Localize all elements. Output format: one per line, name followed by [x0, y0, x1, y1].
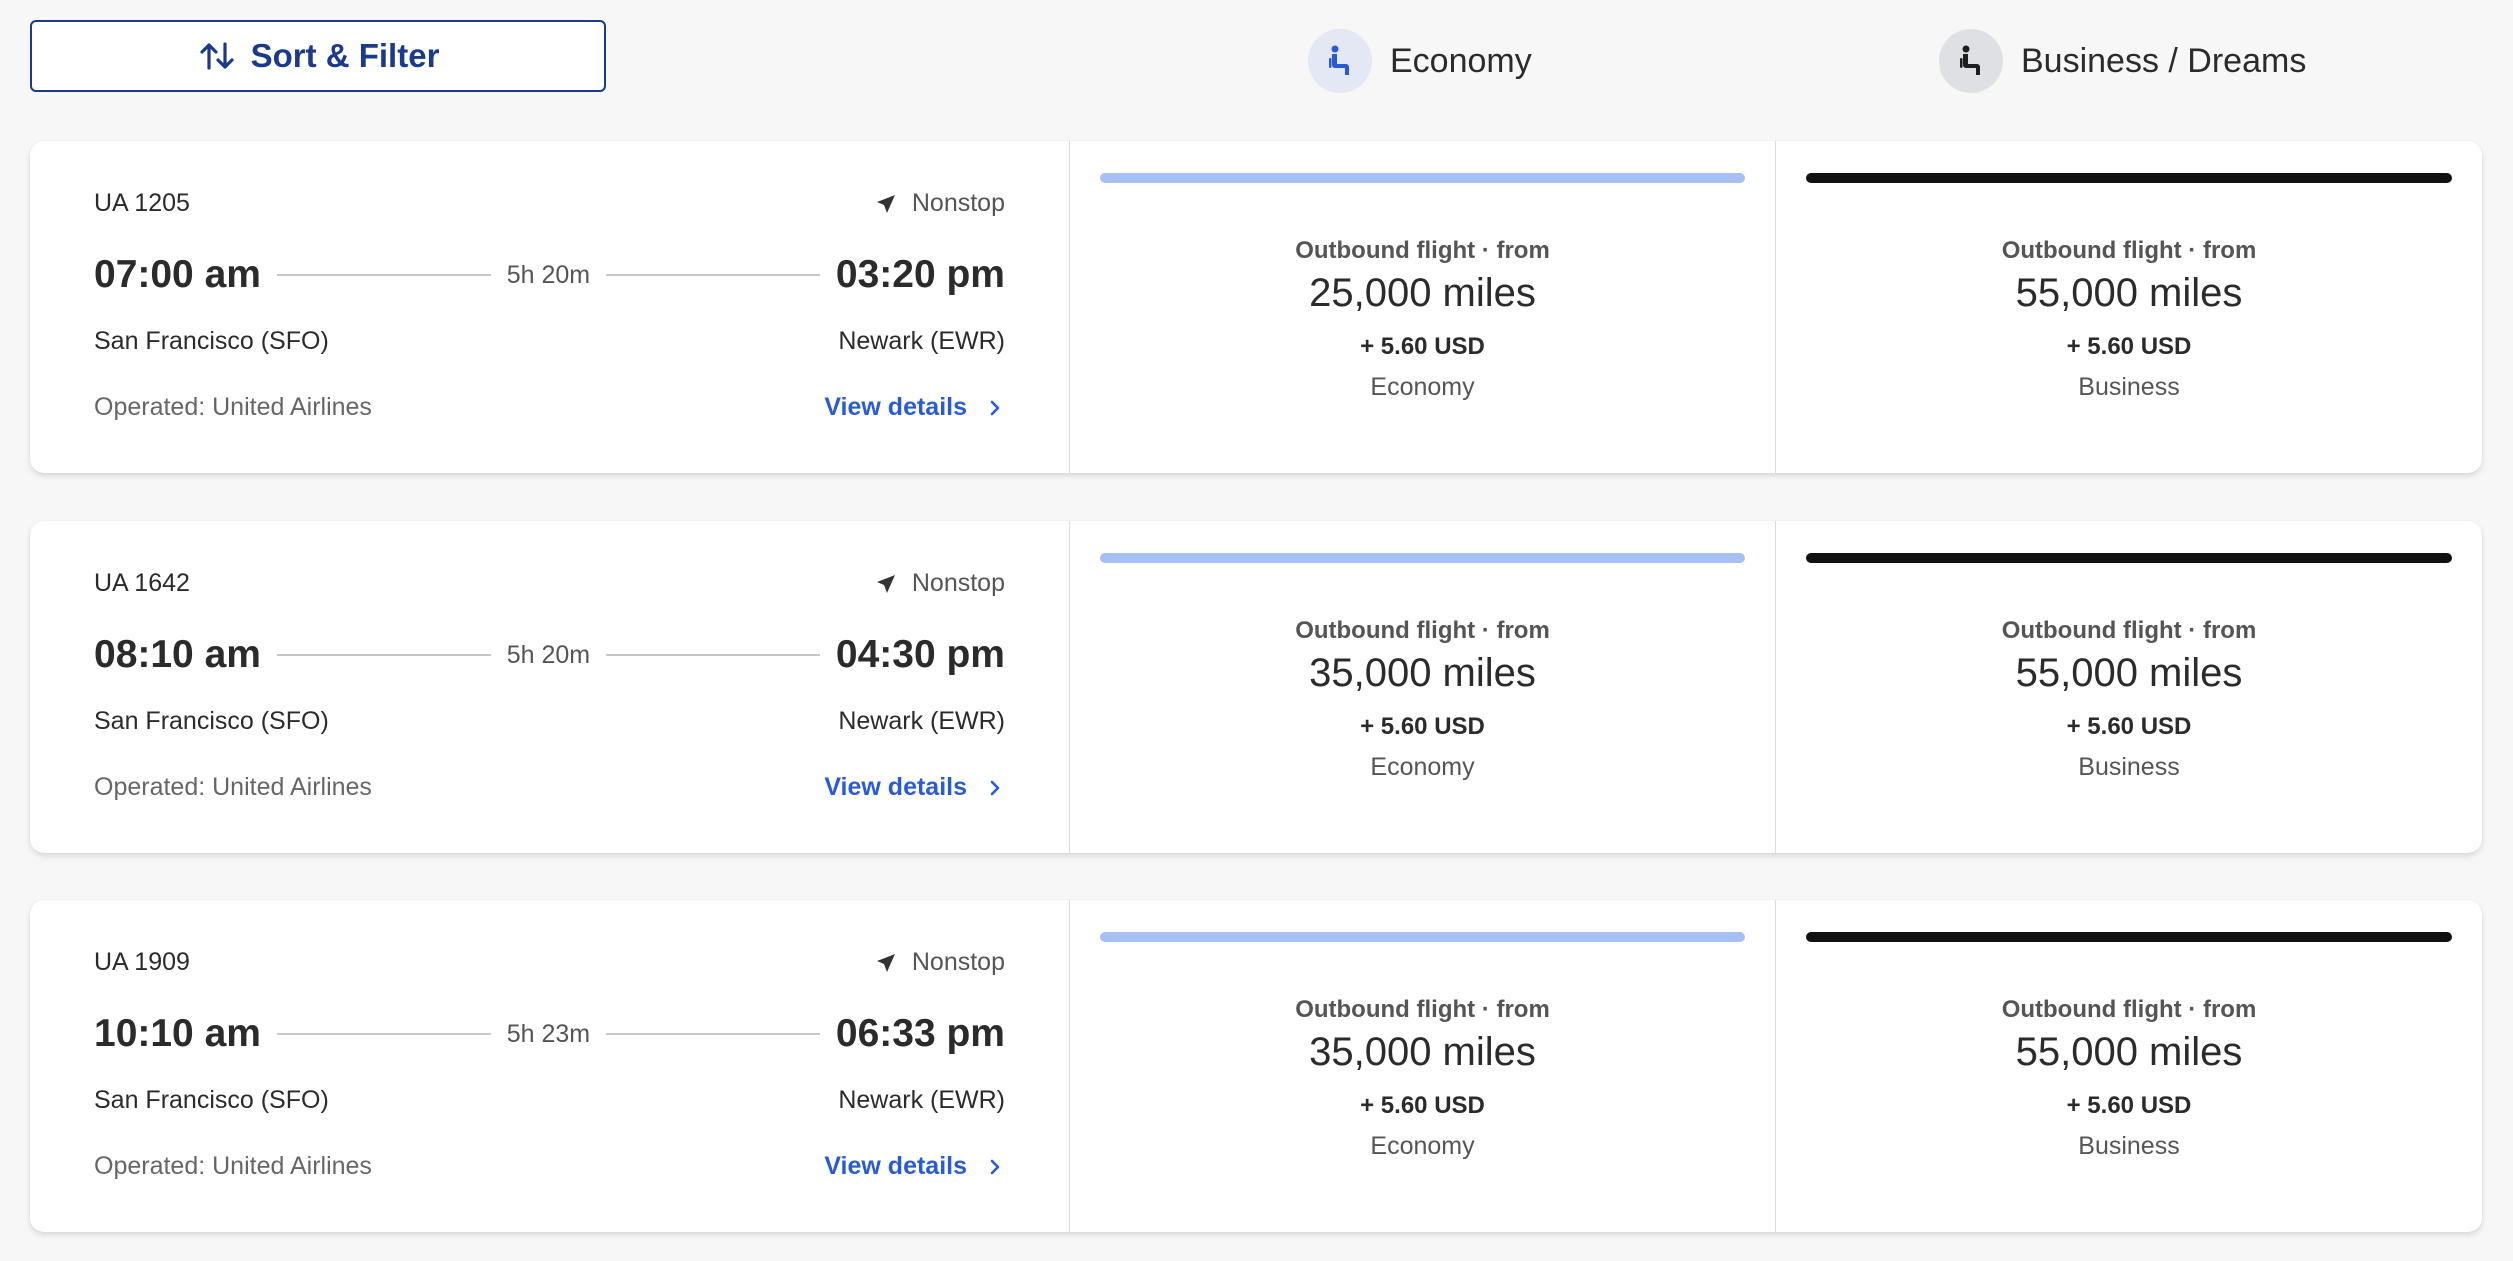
cabin-header-label: Economy [1390, 41, 1532, 80]
cabin-header-business: Business / Dreams [1939, 28, 2306, 94]
seat-icon [1308, 29, 1372, 93]
chevron-right-icon [990, 400, 1000, 415]
airplane-icon [876, 953, 895, 972]
chevron-right-icon [990, 780, 1000, 795]
flight-duration: 5h 20m [506, 640, 591, 669]
timeline-line [276, 654, 491, 656]
fare-taxes: + 5.60 USD [1360, 333, 1485, 360]
flight-info: UA 1205 Nonstop 07:00 am 5h 20m 03:20 pm… [30, 141, 1070, 473]
cabin-color-bar [1806, 173, 2452, 183]
flight-timeline: 10:10 am 5h 23m 06:33 pm [94, 1008, 1005, 1060]
sort-arrows-icon [199, 42, 234, 70]
flight-info: UA 1909 Nonstop 10:10 am 5h 23m 06:33 pm… [30, 900, 1070, 1232]
cabin-color-bar [1100, 932, 1745, 942]
sort-filter-label: Sort & Filter [250, 37, 440, 74]
fare-cabin: Business [2078, 373, 2180, 401]
flight-card: UA 1642 Nonstop 08:10 am 5h 20m 04:30 pm… [30, 521, 2482, 853]
flight-number: UA 1642 [94, 569, 190, 597]
flight-duration: 5h 23m [506, 1019, 591, 1048]
cabin-color-bar [1806, 553, 2452, 563]
chevron-right-icon [990, 1159, 1000, 1174]
cabin-header-economy: Economy [1308, 28, 1532, 94]
economy-fare-option[interactable]: Outbound flight · from 35,000 miles + 5.… [1070, 521, 1776, 853]
fare-cabin: Business [2078, 1132, 2180, 1160]
departure-time: 07:00 am [94, 253, 261, 296]
flight-duration: 5h 20m [506, 260, 591, 289]
fare-label: Outbound flight · from [2001, 996, 2257, 1023]
fare-taxes: + 5.60 USD [1360, 1092, 1485, 1119]
timeline-line [276, 1033, 491, 1035]
flight-number: UA 1205 [94, 189, 190, 217]
stops-indicator: Nonstop [874, 189, 1005, 218]
operated-by: Operated: United Airlines [94, 773, 372, 801]
fare-cabin: Economy [1370, 1132, 1475, 1160]
seat-icon [1939, 29, 2003, 93]
flight-timeline: 08:10 am 5h 20m 04:30 pm [94, 629, 1005, 681]
fare-taxes: + 5.60 USD [1360, 713, 1485, 740]
destination-airport: Newark (EWR) [838, 327, 1005, 355]
arrival-time: 06:33 pm [835, 1012, 1005, 1055]
fare-label: Outbound flight · from [2001, 237, 2257, 264]
flight-info: UA 1642 Nonstop 08:10 am 5h 20m 04:30 pm… [30, 521, 1070, 853]
fare-cabin: Economy [1370, 373, 1475, 401]
business-fare-option[interactable]: Outbound flight · from 55,000 miles + 5.… [1776, 141, 2482, 473]
fare-taxes: + 5.60 USD [2066, 1092, 2192, 1119]
airplane-icon [876, 574, 895, 593]
cabin-header-label: Business / Dreams [2021, 41, 2307, 80]
origin-airport: San Francisco (SFO) [94, 1086, 329, 1114]
timeline-line [606, 274, 820, 276]
view-details-link[interactable]: View details [824, 1152, 1005, 1181]
cabin-color-bar [1806, 932, 2452, 942]
arrival-time: 03:20 pm [835, 253, 1005, 296]
view-details-link[interactable]: View details [824, 773, 1005, 802]
fare-miles: 55,000 miles [2015, 271, 2243, 315]
view-details-link[interactable]: View details [824, 393, 1005, 422]
fare-miles: 55,000 miles [2015, 651, 2243, 695]
results-header: Sort & Filter Economy Business / Dreams [0, 0, 2513, 140]
fare-taxes: + 5.60 USD [2066, 713, 2192, 740]
timeline-line [606, 654, 820, 656]
fare-miles: 25,000 miles [1309, 271, 1536, 315]
flight-number: UA 1909 [94, 948, 190, 976]
operated-by: Operated: United Airlines [94, 393, 372, 421]
fare-taxes: + 5.60 USD [2066, 333, 2192, 360]
origin-airport: San Francisco (SFO) [94, 327, 329, 355]
departure-time: 10:10 am [94, 1012, 261, 1055]
fare-label: Outbound flight · from [1295, 617, 1550, 644]
flight-card: UA 1205 Nonstop 07:00 am 5h 20m 03:20 pm… [30, 141, 2482, 473]
sort-filter-button[interactable]: Sort & Filter [30, 20, 606, 92]
timeline-line [606, 1033, 820, 1035]
destination-airport: Newark (EWR) [838, 707, 1005, 735]
departure-time: 08:10 am [94, 633, 261, 676]
flight-card: UA 1909 Nonstop 10:10 am 5h 23m 06:33 pm… [30, 900, 2482, 1232]
fare-label: Outbound flight · from [1295, 237, 1550, 264]
fare-miles: 55,000 miles [2015, 1030, 2243, 1074]
cabin-color-bar [1100, 173, 1745, 183]
airplane-icon [876, 194, 895, 213]
fare-label: Outbound flight · from [2001, 617, 2257, 644]
business-fare-option[interactable]: Outbound flight · from 55,000 miles + 5.… [1776, 900, 2482, 1232]
destination-airport: Newark (EWR) [838, 1086, 1005, 1114]
arrival-time: 04:30 pm [835, 633, 1005, 676]
business-fare-option[interactable]: Outbound flight · from 55,000 miles + 5.… [1776, 521, 2482, 853]
flight-timeline: 07:00 am 5h 20m 03:20 pm [94, 249, 1005, 301]
economy-fare-option[interactable]: Outbound flight · from 25,000 miles + 5.… [1070, 141, 1776, 473]
operated-by: Operated: United Airlines [94, 1152, 372, 1180]
stops-indicator: Nonstop [874, 569, 1005, 598]
stops-indicator: Nonstop [874, 948, 1005, 977]
fare-cabin: Economy [1370, 753, 1475, 781]
fare-miles: 35,000 miles [1309, 651, 1536, 695]
origin-airport: San Francisco (SFO) [94, 707, 329, 735]
fare-label: Outbound flight · from [1295, 996, 1550, 1023]
timeline-line [276, 274, 491, 276]
fare-miles: 35,000 miles [1309, 1030, 1536, 1074]
fare-cabin: Business [2078, 753, 2180, 781]
economy-fare-option[interactable]: Outbound flight · from 35,000 miles + 5.… [1070, 900, 1776, 1232]
cabin-color-bar [1100, 553, 1745, 563]
